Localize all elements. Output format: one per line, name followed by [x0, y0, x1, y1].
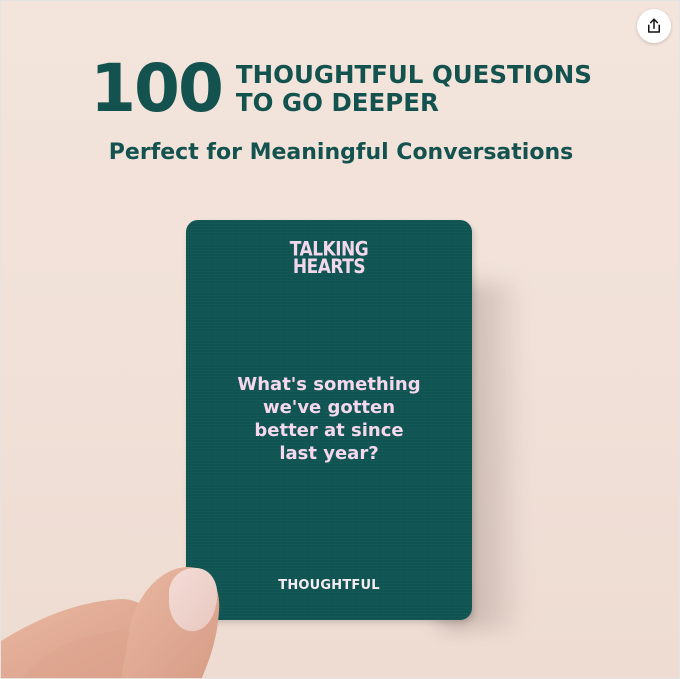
- card-category: THOUGHTFUL: [278, 578, 380, 593]
- headline-line-2: TO GO DEEPER: [235, 88, 439, 117]
- card-question-line: we've gotten: [262, 397, 396, 418]
- subheadline: Perfect for Meaningful Conversations: [108, 140, 574, 165]
- headline-text: THOUGHTFUL QUESTIONS TO GO DEEPER: [236, 61, 592, 117]
- card-question-line: better at since: [254, 420, 404, 441]
- headline-number: 100: [90, 50, 224, 127]
- headline: 100 THOUGHTFUL QUESTIONS TO GO DEEPER: [1, 50, 679, 127]
- question-card: TALKING HEARTS What's something we've go…: [186, 220, 472, 620]
- card-question: What's something we've gotten better at …: [216, 373, 442, 465]
- card-question-line: What's something: [237, 374, 421, 395]
- product-image-viewer: 100 THOUGHTFUL QUESTIONS TO GO DEEPER Pe…: [0, 0, 680, 679]
- share-button[interactable]: [637, 9, 671, 43]
- card-question-line: last year?: [279, 443, 379, 464]
- share-icon: [648, 18, 660, 33]
- headline-line-1: THOUGHTFUL QUESTIONS: [235, 60, 592, 89]
- brand-logo-line-2: HEARTS: [292, 255, 366, 279]
- brand-logo: TALKING HEARTS: [186, 240, 472, 279]
